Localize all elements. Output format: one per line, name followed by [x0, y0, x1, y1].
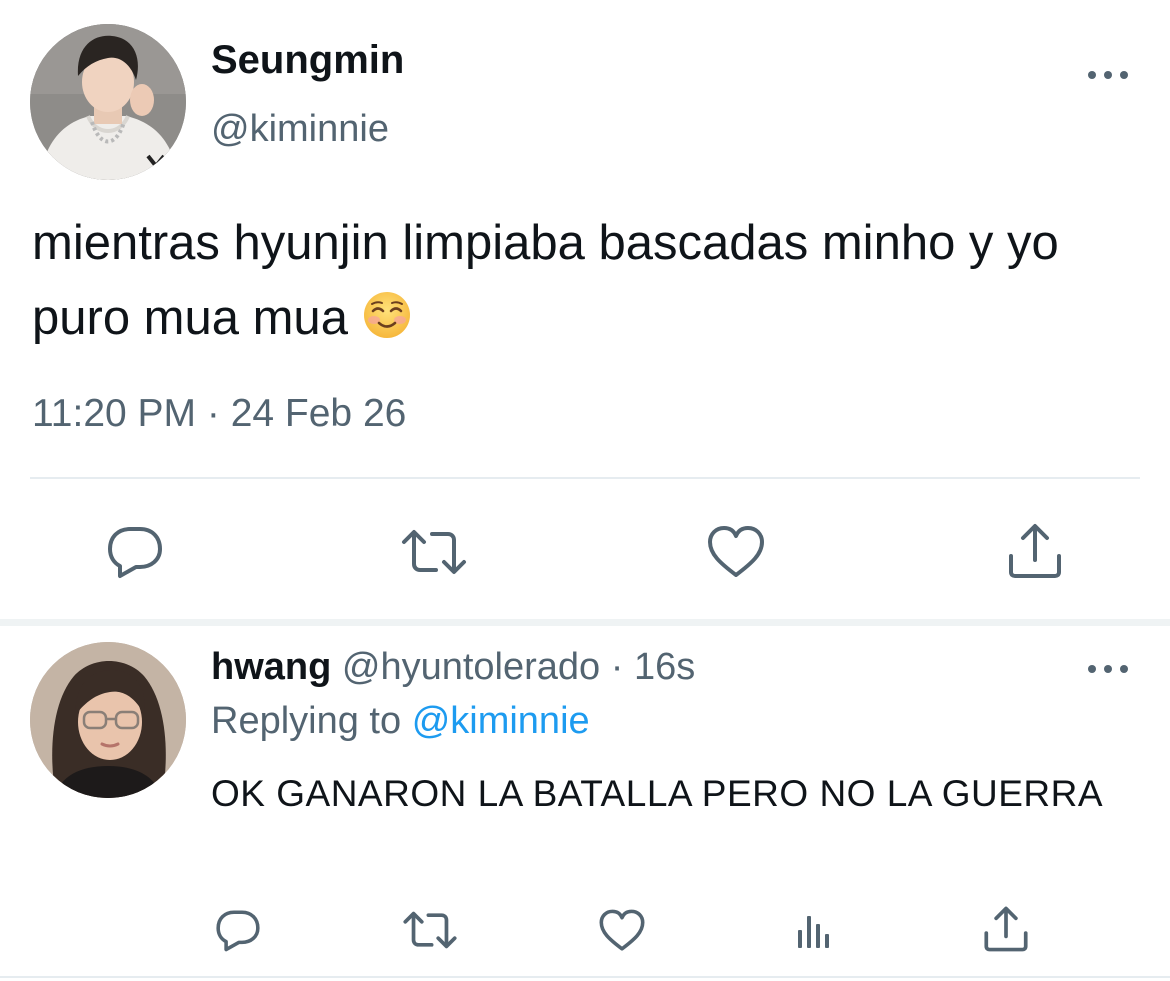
display-name[interactable]: Seungmin — [211, 38, 404, 83]
tweet-text: OK GANARON LA BATALLA PERO NO LA GUERRA — [211, 773, 1104, 814]
retweet-button[interactable] — [397, 520, 471, 584]
divider — [0, 976, 1170, 978]
user-handle[interactable]: @kiminnie — [211, 108, 389, 151]
avatar[interactable] — [30, 642, 186, 798]
analytics-button[interactable] — [790, 902, 838, 958]
like-icon — [599, 909, 645, 951]
reply-icon — [108, 527, 162, 578]
mention-link[interactable]: @kiminnie — [412, 700, 590, 742]
relative-time[interactable]: 16s — [634, 646, 695, 688]
display-name[interactable]: hwang — [211, 646, 331, 688]
reply-icon — [216, 909, 260, 951]
smiling-face-emoji-icon — [362, 287, 412, 362]
divider — [30, 477, 1140, 479]
more-options-icon[interactable] — [1088, 662, 1128, 676]
like-icon — [708, 526, 764, 577]
analytics-icon — [798, 916, 829, 948]
retweet-icon — [402, 530, 466, 574]
profile-photo — [30, 24, 186, 180]
replying-to-label: Replying to — [211, 700, 402, 742]
avatar[interactable] — [30, 24, 186, 180]
share-button[interactable] — [980, 900, 1032, 958]
tweet-text-body: mientras hyunjin limpiaba bascadas minho… — [32, 216, 1059, 345]
retweet-button[interactable] — [398, 902, 462, 958]
reply-button[interactable] — [210, 902, 266, 958]
like-button[interactable] — [702, 520, 770, 584]
share-icon — [1009, 524, 1061, 578]
reply-button[interactable] — [100, 520, 170, 584]
like-button[interactable] — [594, 902, 650, 958]
retweet-icon — [403, 911, 457, 949]
user-handle[interactable]: @hyuntolerado — [342, 646, 600, 688]
tweet-text: mientras hyunjin limpiaba bascadas minho… — [32, 206, 1157, 362]
share-icon — [984, 906, 1028, 952]
separator: · — [610, 646, 624, 688]
section-divider — [0, 619, 1170, 626]
profile-photo — [30, 642, 186, 798]
share-button[interactable] — [1003, 518, 1067, 584]
reply-header: hwang @hyuntolerado · 16s — [211, 646, 695, 689]
tweet-timestamp[interactable]: 11:20 PM · 24 Feb 26 — [32, 392, 406, 436]
replying-to: Replying to @kiminnie — [211, 700, 590, 743]
more-options-icon[interactable] — [1088, 68, 1128, 82]
